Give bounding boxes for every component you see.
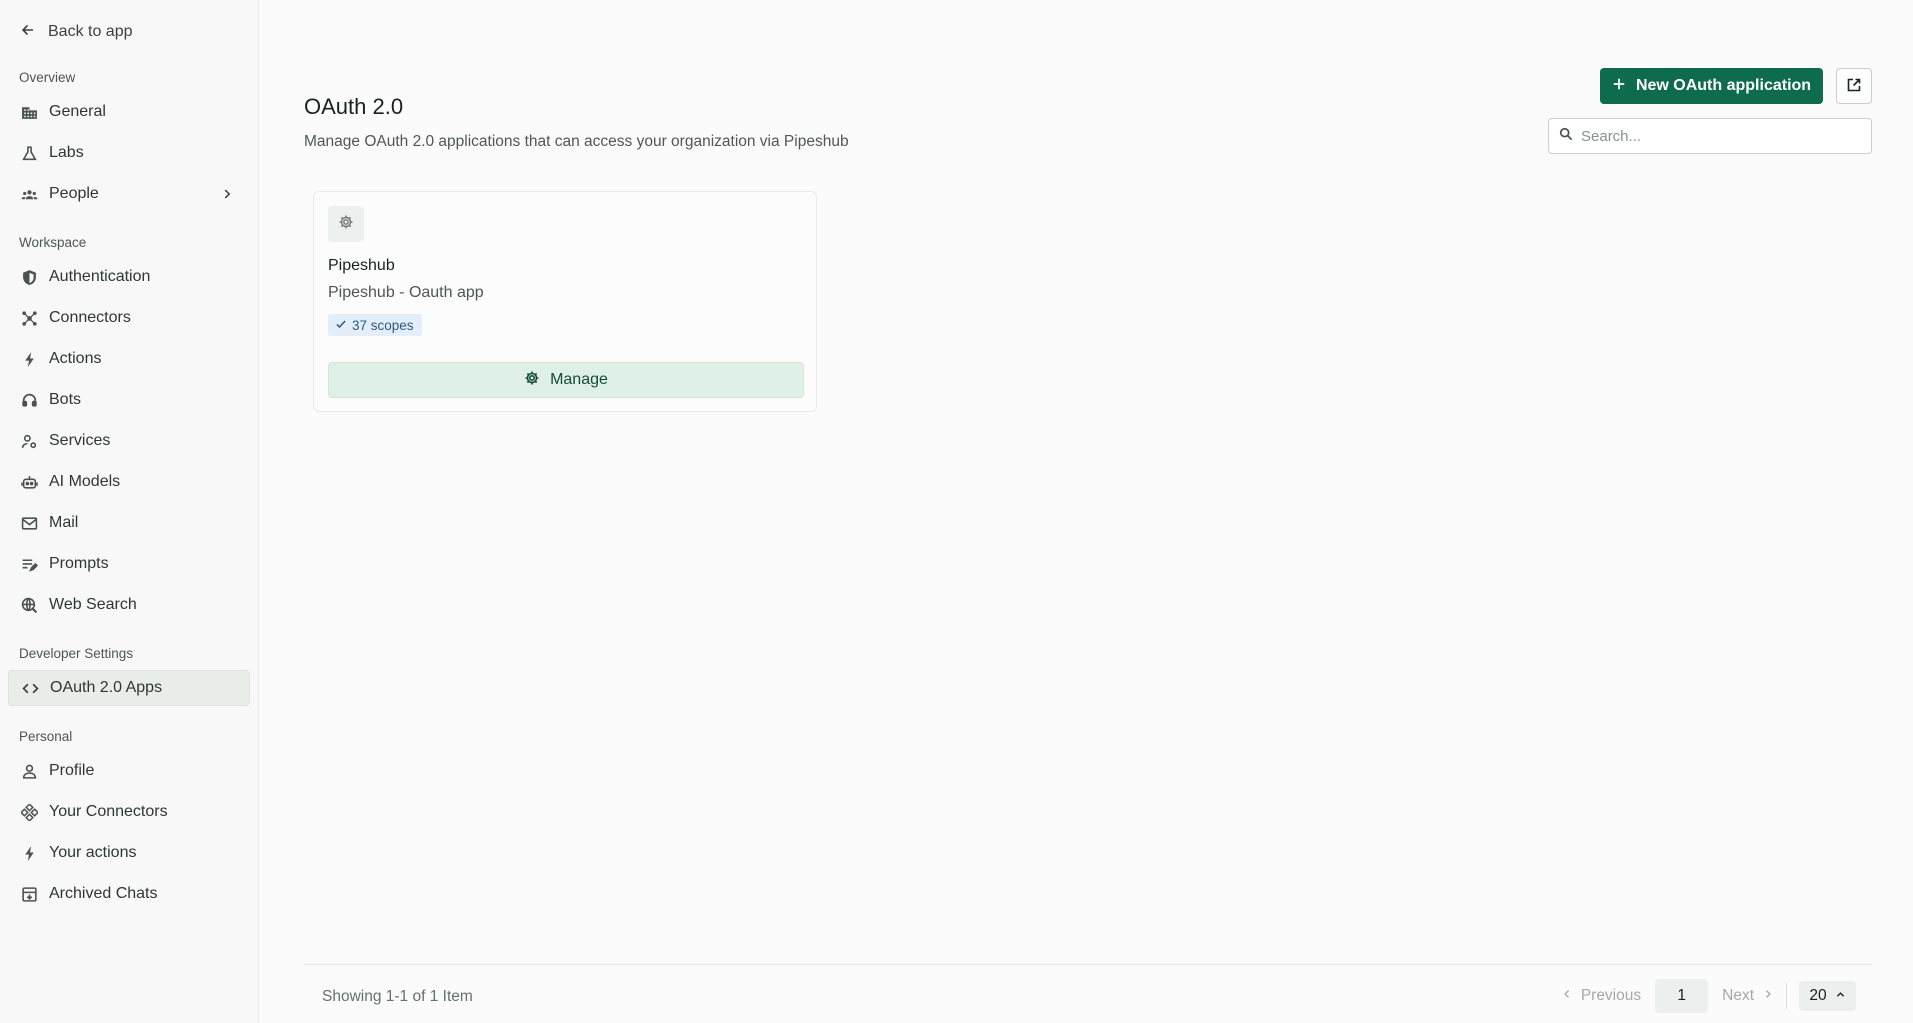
sidebar-item-bots[interactable]: Bots [8,382,250,418]
sidebar-item-oauth-apps[interactable]: OAuth 2.0 Apps [8,670,250,706]
sidebar: Back to app Overview General Labs People… [0,0,259,1023]
open-external-button[interactable] [1836,68,1872,104]
diamond-nodes-icon [20,803,38,821]
sidebar-item-label: General [49,103,106,120]
current-page-button[interactable]: 1 [1655,979,1709,1013]
check-icon [335,318,347,333]
gear-icon [338,214,354,235]
code-icon [21,679,39,697]
sidebar-item-ai-models[interactable]: AI Models [8,464,250,500]
sidebar-item-label: Prompts [49,555,109,572]
chevron-up-icon [1835,987,1846,1005]
sidebar-item-label: Bots [49,391,82,408]
shield-icon [20,268,38,286]
chevron-left-icon [1561,987,1573,1005]
sidebar-item-people[interactable]: People [8,176,250,212]
sidebar-item-label: Mail [49,514,79,531]
search-input[interactable] [1581,127,1871,145]
next-label: Next [1722,987,1754,1004]
mail-icon [20,514,38,532]
sidebar-item-label: AI Models [49,473,121,490]
sidebar-item-label: Connectors [49,309,131,326]
sidebar-item-label: OAuth 2.0 Apps [50,679,163,696]
scopes-label: 37 scopes [352,317,414,333]
sidebar-item-label: Services [49,432,111,449]
sidebar-item-label: Your actions [49,844,137,861]
sidebar-item-mail[interactable]: Mail [8,505,250,541]
sidebar-item-label: Archived Chats [49,885,158,902]
sidebar-item-labs[interactable]: Labs [8,135,250,171]
new-oauth-application-label: New OAuth application [1635,77,1812,94]
hub-icon [20,309,38,327]
sidebar-item-actions[interactable]: Actions [8,341,250,377]
showing-count: Showing 1-1 of 1 Item [322,988,473,1005]
sidebar-item-services[interactable]: Services [8,423,250,459]
sidebar-item-label: Actions [49,350,102,367]
page-size-select[interactable]: 20 [1799,981,1856,1011]
app-name: Pipeshub [328,257,395,274]
pagination: Previous 1 Next 20 [1561,979,1856,1013]
main-content: OAuth 2.0 Manage OAuth 2.0 applications … [259,0,1913,1023]
pagination-divider [1786,983,1787,1009]
sidebar-item-label: People [49,185,99,202]
sidebar-item-your-actions[interactable]: Your actions [8,835,250,871]
flask-icon [20,144,38,162]
edit-list-icon [20,555,38,573]
page-subtitle: Manage OAuth 2.0 applications that can a… [304,133,849,150]
robot-icon [20,473,38,491]
manage-label: Manage [550,371,608,388]
sidebar-item-label: Your Connectors [49,803,168,820]
sidebar-item-label: Web Search [49,596,137,613]
pagination-footer: Showing 1-1 of 1 Item Previous 1 Next 20 [304,964,1872,1023]
person-icon [20,762,38,780]
manage-button[interactable]: Manage [328,362,804,398]
headset-icon [20,391,38,409]
new-oauth-application-button[interactable]: New OAuth application [1600,68,1823,104]
plus-icon [1612,77,1626,96]
people-icon [20,185,38,203]
sidebar-item-general[interactable]: General [8,94,250,130]
app-description: Pipeshub - Oauth app [328,284,484,301]
external-link-icon [1846,77,1862,96]
scopes-badge: 37 scopes [328,314,422,336]
next-page-button[interactable]: Next [1722,987,1774,1005]
sidebar-item-authentication[interactable]: Authentication [8,259,250,295]
back-to-app-link[interactable]: Back to app [8,18,250,46]
bolt-icon [20,350,38,368]
section-label-personal: Personal [19,729,73,744]
app-root: Back to app Overview General Labs People… [0,0,1913,1023]
search-box [1548,118,1872,154]
arrow-left-icon [20,22,36,43]
building-icon [20,103,38,121]
section-label-developer: Developer Settings [19,646,134,661]
bolt-icon [20,844,38,862]
sidebar-item-label: Authentication [49,268,151,285]
previous-label: Previous [1580,987,1642,1004]
gear-icon [524,370,540,391]
sidebar-item-your-connectors[interactable]: Your Connectors [8,794,250,830]
page-title: OAuth 2.0 [304,94,404,119]
previous-page-button[interactable]: Previous [1561,987,1641,1005]
sidebar-item-prompts[interactable]: Prompts [8,546,250,582]
sidebar-item-label: Profile [49,762,95,779]
globe-search-icon [20,596,38,614]
user-gear-icon [20,432,38,450]
archive-icon [20,885,38,903]
search-icon [1559,127,1573,146]
chevron-right-icon [1762,987,1774,1005]
section-label-workspace: Workspace [19,235,87,250]
sidebar-item-profile[interactable]: Profile [8,753,250,789]
back-to-app-label: Back to app [48,23,133,40]
section-label-overview: Overview [19,70,76,85]
page-size-value: 20 [1809,987,1827,1004]
sidebar-item-web-search[interactable]: Web Search [8,587,250,623]
sidebar-item-label: Labs [49,144,84,161]
sidebar-item-connectors[interactable]: Connectors [8,300,250,336]
oauth-app-card: Pipeshub Pipeshub - Oauth app 37 scopes … [313,191,817,412]
chevron-right-icon [220,187,234,201]
sidebar-item-archived-chats[interactable]: Archived Chats [8,876,250,912]
app-icon-container [328,206,364,242]
